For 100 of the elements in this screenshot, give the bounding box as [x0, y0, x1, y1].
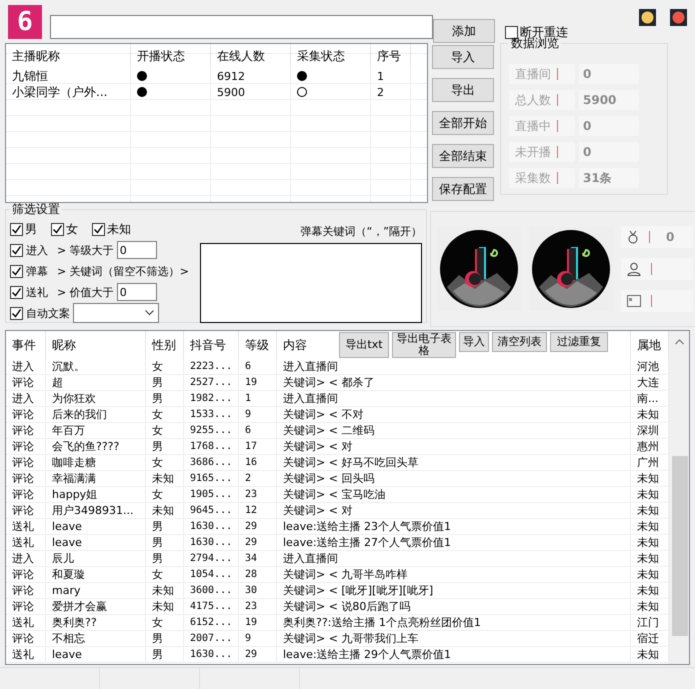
table-cell: 29 [239, 647, 277, 663]
checkbox[interactable] [10, 244, 23, 256]
table-cell: 爱拼才会赢 [46, 599, 146, 615]
toolbar-button[interactable]: 导入 [459, 332, 489, 352]
table-cell: 女 [146, 487, 184, 503]
table-cell-text: 6912 [216, 68, 246, 84]
stat-value: 0 [579, 142, 639, 162]
column-header: 在线人数 [211, 44, 291, 68]
keywords-field[interactable] [200, 243, 422, 323]
table-cell: 男 [146, 519, 184, 535]
toolbar-button[interactable]: 导出电子表格 [392, 332, 456, 358]
checkbox-label: 女 [66, 220, 78, 238]
table-cell: 年百万 [46, 423, 146, 439]
table-cell-text: 九锦恒 [11, 68, 49, 84]
room-url-field[interactable] [50, 15, 433, 39]
table-cell: 关键词> < 对 [277, 439, 631, 455]
checkbox[interactable] [10, 222, 23, 236]
rule-value-field[interactable]: 0 [116, 241, 157, 259]
table-cell: 评论 [6, 407, 46, 423]
medal-icon [627, 230, 639, 244]
rule-condition: > 关键词（留空不筛选）> [57, 264, 189, 278]
table-cell: leave [46, 535, 146, 551]
checkbox[interactable] [51, 222, 64, 236]
table-cell: 评论 [6, 487, 46, 503]
toolbar-button[interactable]: 导出txt [339, 332, 389, 358]
stat-label: 直播中 [509, 116, 575, 136]
table-cell: 评论 [6, 375, 46, 391]
table-cell: 女 [146, 567, 184, 583]
table-cell: 辰儿 [46, 551, 146, 567]
scrollbar-thumb[interactable] [672, 456, 688, 636]
table-cell: 幸福满满 [46, 471, 146, 487]
copywriting-dropdown[interactable] [73, 303, 159, 323]
table-cell: 女 [146, 407, 184, 423]
checkbox[interactable] [10, 286, 23, 298]
table-cell: 16 [239, 455, 277, 471]
checkbox[interactable] [10, 306, 23, 320]
action-button[interactable]: 导入 [432, 45, 494, 69]
column-header: 等级 [239, 331, 277, 359]
table-cell: 后来的我们 [46, 407, 146, 423]
action-button[interactable]: 全部结束 [432, 144, 494, 168]
table-cell: 2527... [184, 375, 239, 391]
table-cell: leave [46, 647, 146, 663]
table-cell: 关键词> < 都杀了 [277, 375, 631, 391]
table-cell: 6152... [184, 615, 239, 631]
table-cell: 男 [146, 391, 184, 407]
table-cell: 关键词> < 不对 [277, 407, 631, 423]
scrollbar[interactable] [669, 331, 689, 664]
add-button[interactable]: 添加 [433, 19, 495, 43]
rule-value-field[interactable]: 0 [116, 283, 157, 301]
chevron-down-icon [145, 310, 154, 316]
close-button[interactable] [670, 9, 687, 26]
rule-label: 送礼 [26, 284, 48, 300]
table-cell: 未知 [146, 471, 184, 487]
table-cell: 男 [146, 551, 184, 567]
action-button[interactable]: 保存配置 [432, 177, 494, 201]
table-cell: 为你狂欢 [46, 391, 146, 407]
table-cell: 23 [239, 599, 277, 615]
table-cell: 不相忘 [46, 631, 146, 647]
table-cell: 评论 [6, 471, 46, 487]
stat-label: 直播间 [509, 64, 575, 84]
table-cell: 和夏璇 [46, 567, 146, 583]
table-cell: 30 [239, 583, 277, 599]
column-header: 主播昵称 [6, 44, 131, 68]
action-button[interactable]: 导出 [432, 78, 494, 102]
stat-label: 未开播 [509, 142, 575, 162]
table-cell: 未知 [146, 503, 184, 519]
table-cell: 34 [239, 551, 277, 567]
table-cell-text: 2 [376, 84, 385, 100]
table-cell: 进入 [6, 551, 46, 567]
counter-value: 0 [666, 230, 674, 244]
table-cell: 女 [146, 423, 184, 439]
checkbox[interactable] [10, 264, 23, 278]
checkbox[interactable] [505, 26, 518, 39]
table-cell: 1630... [184, 647, 239, 663]
column-header-text: 内容 [283, 336, 307, 354]
table-cell: 男 [146, 631, 184, 647]
rule-condition: > 价值大于 [57, 284, 114, 300]
checkbox-label: 未知 [107, 220, 131, 238]
table-cell: 1768... [184, 439, 239, 455]
toolbar-button[interactable]: 过滤重复 [550, 332, 608, 352]
panel-title: 数据浏览 [510, 36, 559, 52]
table-cell: 3600... [184, 583, 239, 599]
minimize-button[interactable] [639, 9, 656, 26]
table-cell: 2794... [184, 551, 239, 567]
table-cell: 6 [239, 359, 277, 375]
table-cell: 奥利奥??:送给主播 1个点亮粉丝团价值1 [277, 615, 631, 631]
column-header: 开播状态 [131, 44, 211, 68]
table-cell: leave:送给主播 23个人气票价值1 [277, 519, 631, 535]
action-button[interactable]: 全部开始 [432, 111, 494, 135]
checkbox[interactable] [92, 222, 105, 236]
table-cell-text: 1 [376, 68, 385, 84]
table-cell: 评论 [6, 631, 46, 647]
arrow-up-icon[interactable] [675, 339, 684, 345]
table-cell: mary [46, 583, 146, 599]
toolbar-button[interactable]: 清空列表 [492, 332, 547, 352]
table-cell: 进入 [6, 391, 46, 407]
table-cell: 1054... [184, 567, 239, 583]
table-cell: 超 [46, 375, 146, 391]
keywords-label: 弹幕关键词（“，”隔开） [300, 224, 422, 239]
stat-label: 总人数 [509, 90, 575, 110]
